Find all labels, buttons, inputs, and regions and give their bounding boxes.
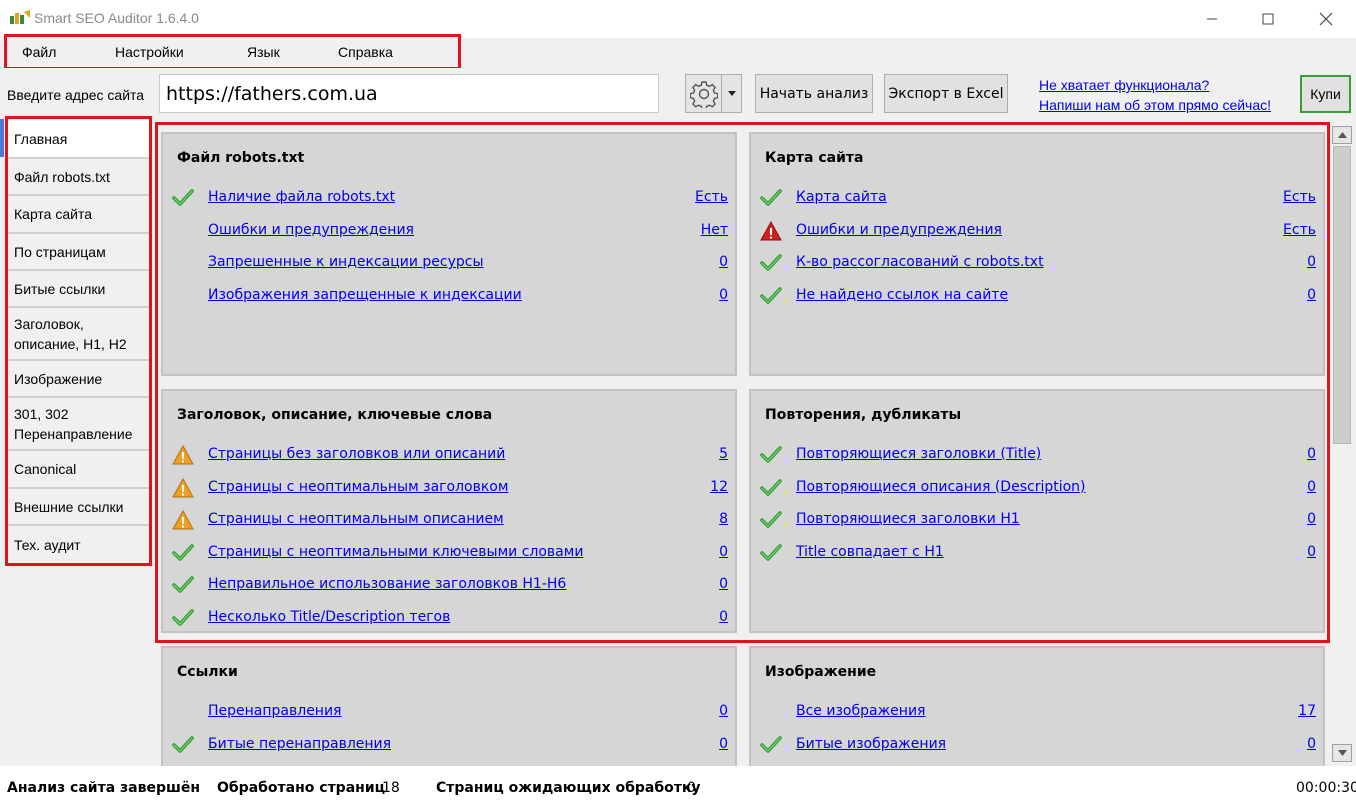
status-row: Все изображения 17 (751, 700, 1323, 724)
chevron-down-icon (1337, 750, 1347, 756)
maximize-button[interactable] (1242, 0, 1294, 38)
row-value-link[interactable]: 17 (1298, 703, 1316, 719)
status-done-label: Анализ сайта завершён (7, 780, 201, 796)
settings-button[interactable] (685, 74, 722, 113)
scroll-up-button[interactable] (1332, 126, 1352, 144)
settings-dropdown-button[interactable] (722, 74, 742, 113)
chevron-down-icon (727, 90, 736, 96)
row-link[interactable]: Перенаправления (208, 703, 341, 719)
status-processed-value: 18 (382, 780, 400, 796)
panel-links: Ссылки Перенаправления 0 Битые перенаправл… (161, 646, 737, 770)
row-link[interactable]: Все изображения (796, 703, 925, 719)
status-pending-value: 0 (687, 780, 696, 796)
url-input[interactable] (159, 74, 659, 113)
status-pending-label: Страниц ожидающих обработку (436, 780, 701, 796)
url-label: Введите адрес сайта (7, 87, 145, 103)
scroll-down-button[interactable] (1332, 744, 1352, 762)
panel-title: Ссылки (177, 664, 238, 680)
title-bar: Smart SEO Auditor 1.6.4.0 (0, 0, 1356, 38)
panel-images: Изображение Все изображения 17 Битые изобр… (749, 646, 1325, 770)
row-value-link[interactable]: 0 (719, 703, 728, 719)
sidebar-highlight-frame (5, 116, 152, 566)
window-title: Smart SEO Auditor 1.6.4.0 (34, 10, 199, 26)
gear-icon (689, 80, 718, 108)
main-highlight-frame (155, 122, 1330, 643)
chevron-up-icon (1337, 132, 1347, 138)
row-value-link[interactable]: 0 (719, 736, 728, 752)
check-icon (171, 733, 195, 757)
app-logo-icon (10, 10, 30, 24)
maximize-icon (1262, 13, 1274, 25)
row-value-link[interactable]: 0 (1307, 736, 1316, 752)
start-analysis-button[interactable]: Начать анализ (755, 74, 873, 113)
minimize-button[interactable] (1186, 0, 1238, 38)
feedback-link-line2[interactable]: Напиши нам об этом прямо сейчас! (1039, 97, 1271, 113)
status-processed-label: Обработано страниц (217, 780, 386, 796)
panel-title: Изображение (765, 664, 877, 680)
row-link[interactable]: Битые перенаправления (208, 736, 391, 752)
close-icon (1319, 12, 1333, 26)
status-timer: 00:00:30 (1296, 780, 1356, 796)
sidebar-active-indicator (0, 119, 4, 157)
status-row: Перенаправления 0 (163, 700, 735, 724)
export-excel-button[interactable]: Экспорт в Excel (884, 74, 1008, 113)
minimize-icon (1207, 18, 1217, 20)
status-row: Битые изображения 0 (751, 733, 1323, 757)
scrollbar-thumb[interactable] (1333, 146, 1351, 444)
close-button[interactable] (1300, 0, 1352, 38)
feedback-link-line1[interactable]: Не хватает функционала? (1039, 77, 1209, 93)
menu-highlight-frame (4, 34, 461, 70)
status-row: Битые перенаправления 0 (163, 733, 735, 757)
row-link[interactable]: Битые изображения (796, 736, 946, 752)
buy-button[interactable]: Купи (1300, 75, 1351, 113)
check-icon (759, 733, 783, 757)
